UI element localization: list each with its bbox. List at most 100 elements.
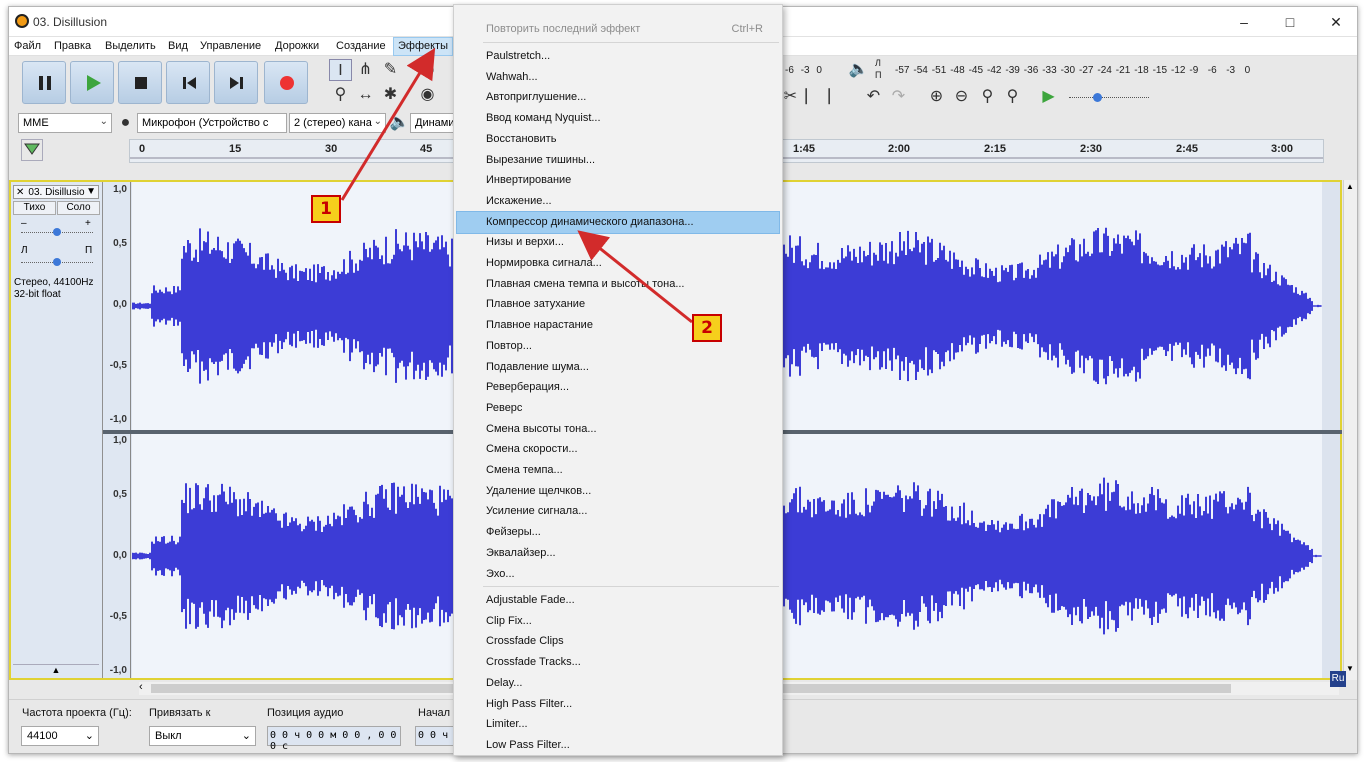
redo-icon[interactable]: ↷ xyxy=(887,86,910,108)
collapse-track-button[interactable]: ▲ xyxy=(13,664,99,676)
selection-tool-icon[interactable]: I xyxy=(329,59,352,81)
channels-select[interactable]: 2 (стерео) кана ⌄ xyxy=(289,113,386,133)
mic-level-icon[interactable]: ◉ xyxy=(416,84,439,106)
audio-host-select[interactable]: MME ⌄ xyxy=(18,113,112,133)
menu-generate[interactable]: Создание xyxy=(336,40,386,52)
menu-item-plugin[interactable]: Adjustable Fade... xyxy=(457,590,779,611)
menu-item-effect[interactable]: Плавная смена темпа и высоты тона... xyxy=(457,274,779,295)
menu-file[interactable]: Файл xyxy=(14,40,41,52)
envelope-tool-icon[interactable]: ⋔ xyxy=(354,59,377,81)
trim-icon[interactable]: ⎸ xyxy=(802,86,825,108)
menu-item-effect[interactable]: Вырезание тишины... xyxy=(457,150,779,171)
window-title: 03. Disillusion xyxy=(33,15,108,29)
stop-button[interactable] xyxy=(118,61,162,104)
menu-tracks[interactable]: Дорожки xyxy=(275,40,319,52)
timeline-play-marker[interactable] xyxy=(21,139,43,161)
menu-transport[interactable]: Управление xyxy=(200,40,261,52)
track-info-depth: 32-bit float xyxy=(14,289,61,300)
mute-button[interactable]: Тихо xyxy=(13,201,56,215)
menu-edit[interactable]: Правка xyxy=(54,40,91,52)
minimize-icon[interactable]: – xyxy=(1221,7,1267,37)
recording-device-select[interactable]: Микрофон (Устройство с xyxy=(137,113,287,133)
pause-button[interactable] xyxy=(22,61,66,104)
menu-item-effect[interactable]: Низы и верхи... xyxy=(457,232,779,253)
menu-item-plugin[interactable]: Crossfade Tracks... xyxy=(457,652,779,673)
menu-item-effect[interactable]: Плавное нарастание xyxy=(457,315,779,336)
menu-item-effect[interactable]: Восстановить xyxy=(457,129,779,150)
menu-item-effect[interactable]: Усиление сигнала... xyxy=(457,501,779,522)
skip-end-button[interactable] xyxy=(214,61,258,104)
audio-position-field[interactable]: 0 0 ч 0 0 м 0 0 , 0 0 0 с xyxy=(267,726,401,752)
fit-project-icon[interactable]: ⚲ xyxy=(1001,86,1024,108)
chevron-down-icon: ⌄ xyxy=(84,730,94,742)
undo-icon[interactable]: ↶ xyxy=(862,86,885,108)
play-button[interactable] xyxy=(70,61,114,104)
menu-item-effect[interactable]: Реверберация... xyxy=(457,377,779,398)
timeshift-tool-icon[interactable]: ↔ xyxy=(354,84,377,106)
menu-item-effect[interactable]: Повтор... xyxy=(457,336,779,357)
menu-item-effect[interactable]: Эквалайзер... xyxy=(457,543,779,564)
zoom-tool-icon[interactable]: ⚲ xyxy=(329,84,352,106)
menu-item-plugin[interactable]: Low Pass Filter... xyxy=(457,735,779,756)
project-rate-select[interactable]: 44100 ⌄ xyxy=(21,726,99,746)
mic-meter-icon[interactable]: ◉ xyxy=(416,59,439,81)
menu-item-effect[interactable]: Подавление шума... xyxy=(457,357,779,378)
ruler-label: 1,0 xyxy=(113,184,127,195)
vertical-scrollbar[interactable]: ▲ ▼ xyxy=(1343,180,1357,680)
menu-item-effect[interactable]: Искажение... xyxy=(457,191,779,212)
menu-item-effect[interactable]: Wahwah... xyxy=(457,67,779,88)
silence-icon[interactable]: ⎸ xyxy=(825,86,848,108)
play-icon xyxy=(87,75,101,91)
chevron-down-icon[interactable]: ▼ xyxy=(1346,664,1354,673)
menu-select[interactable]: Выделить xyxy=(105,40,156,52)
menu-item-plugin[interactable]: Limiter... xyxy=(457,714,779,735)
zoom-in-icon[interactable]: ⊕ xyxy=(925,86,948,108)
pan-slider[interactable] xyxy=(21,256,93,268)
chevron-down-icon: ⌄ xyxy=(241,730,251,742)
menu-item-repeat-last-effect[interactable]: Повторить последний эффект Ctrl+R xyxy=(457,19,779,40)
multi-tool-icon[interactable]: ✱ xyxy=(379,84,402,106)
menu-item-effect[interactable]: Плавное затухание xyxy=(457,294,779,315)
solo-button[interactable]: Соло xyxy=(57,201,100,215)
meter-left-label: Л xyxy=(875,58,881,68)
menu-item-effect[interactable]: Инвертирование xyxy=(457,170,779,191)
snap-to-select[interactable]: Выкл ⌄ xyxy=(149,726,256,746)
close-icon[interactable]: ✕ xyxy=(16,187,24,198)
menu-item-plugin[interactable]: Clip Fix... xyxy=(457,611,779,632)
gain-slider[interactable] xyxy=(21,226,93,238)
ruler-label: -1,0 xyxy=(109,414,127,425)
speaker-meter-icon[interactable]: 🔈 xyxy=(847,59,870,81)
menu-item-plugin[interactable]: Delay... xyxy=(457,673,779,694)
menu-item-effect[interactable]: Ввод команд Nyquist... xyxy=(457,108,779,129)
maximize-icon[interactable]: □ xyxy=(1267,7,1313,37)
record-button[interactable] xyxy=(264,61,308,104)
menu-view[interactable]: Вид xyxy=(168,40,188,52)
menu-item-effect[interactable]: Эхо... xyxy=(457,564,779,585)
draw-tool-icon[interactable]: ✎ xyxy=(379,59,402,81)
fit-selection-icon[interactable]: ⚲ xyxy=(976,86,999,108)
close-icon[interactable]: ✕ xyxy=(1313,7,1357,37)
skip-start-button[interactable] xyxy=(166,61,210,104)
audacity-logo-icon xyxy=(15,14,29,28)
menu-item-effect[interactable]: Удаление щелчков... xyxy=(457,481,779,502)
menu-item-plugin[interactable]: Crossfade Clips xyxy=(457,631,779,652)
chevron-up-icon[interactable]: ▲ xyxy=(1346,182,1354,191)
track-name-label: 03. Disillusio xyxy=(28,187,85,198)
menu-effects[interactable]: Эффекты xyxy=(393,37,454,56)
zoom-out-icon[interactable]: ⊖ xyxy=(950,86,973,108)
track-name-button[interactable]: ✕ 03. Disillusio ▼ xyxy=(13,185,99,199)
menu-item-plugin[interactable]: High Pass Filter... xyxy=(457,694,779,715)
menu-item-effect[interactable]: Реверс xyxy=(457,398,779,419)
play-speed-slider[interactable] xyxy=(1067,87,1153,107)
menu-item-effect[interactable]: Автоприглушение... xyxy=(457,87,779,108)
menu-item-effect[interactable]: Фейзеры... xyxy=(457,522,779,543)
menu-item-effect[interactable]: Paulstretch... xyxy=(457,46,779,67)
play-at-speed-icon[interactable]: ▶ xyxy=(1037,86,1060,108)
menu-item-effect[interactable]: Компрессор динамического диапазона... xyxy=(456,210,780,234)
recording-device-value: Микрофон (Устройство с xyxy=(142,117,269,129)
menu-item-effect[interactable]: Нормировка сигнала... xyxy=(457,253,779,274)
menu-item-effect[interactable]: Смена высоты тона... xyxy=(457,419,779,440)
chevron-left-icon[interactable]: ‹ xyxy=(139,681,143,693)
menu-item-effect[interactable]: Смена скорости... xyxy=(457,439,779,460)
menu-item-effect[interactable]: Смена темпа... xyxy=(457,460,779,481)
